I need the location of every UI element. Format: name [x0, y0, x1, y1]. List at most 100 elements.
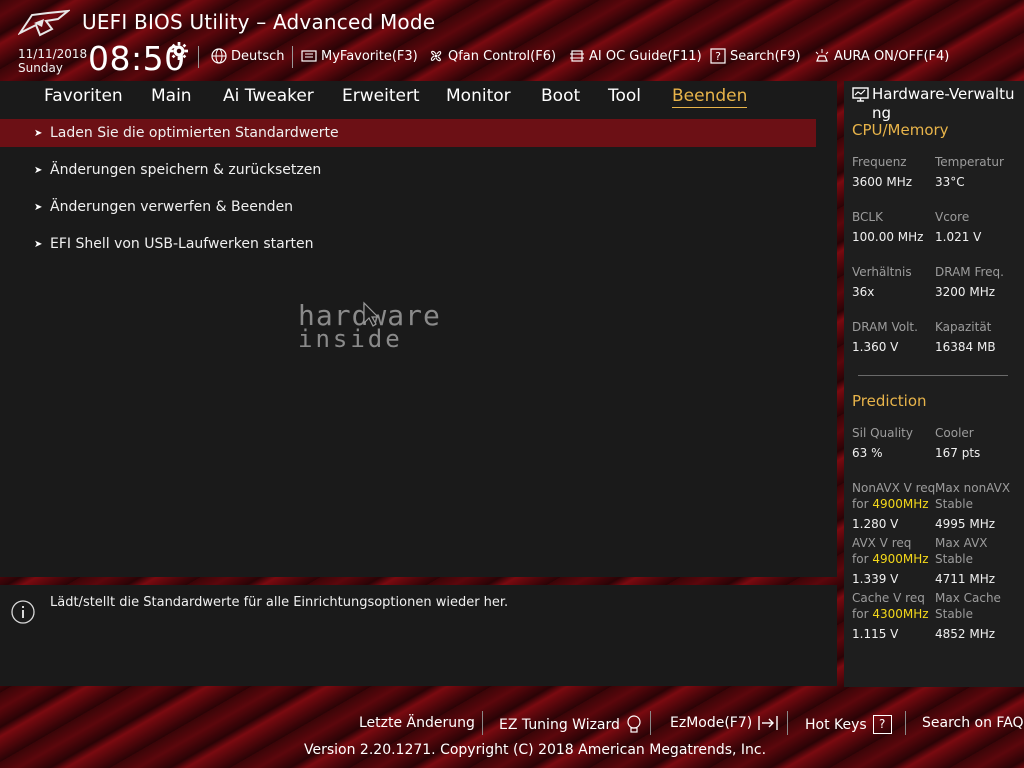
cooler-value: 167 pts	[935, 446, 981, 460]
dram-volt-value: 1.360 V	[852, 340, 899, 354]
ez-tuning-label: EZ Tuning Wizard	[499, 717, 620, 733]
tab-beenden[interactable]: Beenden	[672, 86, 748, 108]
date-text: 11/11/2018	[18, 47, 88, 61]
myfavorite-button[interactable]: MyFavorite(F3)	[301, 48, 418, 64]
footer-separator	[905, 711, 906, 735]
temperature-label: Temperatur	[935, 155, 1004, 169]
last-change-label: Letzte Änderung	[359, 715, 475, 731]
aura-toggle-button[interactable]: AURA ON/OFF(F4)	[814, 48, 949, 64]
submenu-arrow-icon: ➤	[34, 164, 43, 176]
footer-separator	[482, 711, 483, 735]
aura-label: AURA ON/OFF(F4)	[834, 48, 950, 64]
temperature-value: 33°C	[935, 175, 965, 189]
tab-favoriten[interactable]: Favoriten	[44, 86, 123, 106]
hardware-monitor-panel: Hardware-Verwaltung CPU/Memory Frequenz …	[844, 81, 1024, 687]
avx-vreq-label: AVX V req	[852, 536, 912, 550]
cache-vreq-label: Cache V req	[852, 591, 925, 605]
myfavorite-label: MyFavorite(F3)	[321, 48, 418, 64]
hot-keys-button[interactable]: Hot Keys ?	[805, 715, 892, 734]
tab-ai-tweaker[interactable]: Ai Tweaker	[223, 86, 314, 106]
ez-tuning-wizard-button[interactable]: EZ Tuning Wizard	[499, 715, 642, 735]
footer-separator	[650, 711, 651, 735]
globe-icon	[211, 48, 227, 64]
toolbar-separator	[292, 46, 293, 68]
qfan-label: Qfan Control(F6)	[448, 48, 557, 64]
dram-volt-label: DRAM Volt.	[852, 320, 918, 334]
cpu-memory-heading: CPU/Memory	[852, 121, 949, 139]
main-panel: Favoriten Main Ai Tweaker Erweitert Moni…	[0, 81, 837, 577]
max-avx-value: 4711 MHz	[935, 572, 996, 586]
hw-monitor-title: Hardware-Verwaltung	[872, 85, 1015, 122]
search-button[interactable]: ? Search(F9)	[710, 48, 801, 64]
hot-keys-label: Hot Keys	[805, 716, 867, 733]
capacity-label: Kapazität	[935, 320, 992, 334]
ratio-value: 36x	[852, 285, 875, 299]
tab-monitor[interactable]: Monitor	[446, 86, 511, 106]
menu-item-label: Laden Sie die optimierten Standardwerte	[50, 125, 339, 141]
info-icon	[11, 600, 35, 624]
tab-boot[interactable]: Boot	[541, 86, 580, 106]
menu-item-label: EFI Shell von USB-Laufwerken starten	[50, 236, 314, 252]
search-faq-label: Search on FAQ	[922, 715, 1024, 731]
bclk-value: 100.00 MHz	[852, 230, 924, 244]
tab-main[interactable]: Main	[151, 86, 192, 106]
max-cache-stable-label: Stable	[935, 607, 974, 621]
frequency-label: Frequenz	[852, 155, 907, 169]
menu-item-efi-shell[interactable]: ➤ EFI Shell von USB-Laufwerken starten	[0, 230, 816, 258]
gear-icon[interactable]	[170, 42, 188, 60]
tab-tool[interactable]: Tool	[608, 86, 641, 106]
avx-for-line: for 4900MHz	[852, 551, 929, 567]
for-text: for	[852, 497, 869, 511]
aura-light-icon	[815, 49, 829, 62]
cache-vreq-value: 1.115 V	[852, 627, 899, 641]
date-display: 11/11/2018 Sunday	[18, 47, 87, 75]
ai-oc-guide-button[interactable]: AI OC Guide(F11)	[569, 48, 702, 64]
ai-chip-icon	[570, 50, 584, 62]
watermark-line2: inside	[298, 325, 403, 349]
menu-item-label: Änderungen verwerfen & Beenden	[50, 199, 294, 215]
footer: Letzte Änderung EZ Tuning Wizard EzMode(…	[0, 687, 1024, 768]
cooler-label: Cooler	[935, 426, 974, 440]
max-nonavx-value: 4995 MHz	[935, 517, 996, 531]
avx-target-freq: 4900MHz	[872, 552, 929, 566]
dram-freq-value: 3200 MHz	[935, 285, 996, 299]
lightbulb-icon	[627, 715, 641, 733]
max-cache-label: Max Cache	[935, 591, 1001, 605]
max-avx-stable-label: Stable	[935, 552, 974, 566]
tab-erweitert[interactable]: Erweitert	[342, 86, 420, 106]
menu-item-discard-exit[interactable]: ➤ Änderungen verwerfen & Beenden	[0, 193, 816, 221]
nonavx-target-freq: 4900MHz	[872, 497, 929, 511]
help-description: Lädt/stellt die Standardwerte für alle E…	[50, 595, 509, 610]
language-label: Deutsch	[231, 48, 285, 64]
menu-item-load-defaults[interactable]: ➤ Laden Sie die optimierten Standardwert…	[0, 119, 816, 147]
rog-logo-icon	[18, 9, 70, 37]
ai-oc-label: AI OC Guide(F11)	[589, 48, 702, 64]
footer-separator	[787, 711, 788, 735]
language-button[interactable]: Deutsch	[211, 48, 285, 64]
bclk-label: BCLK	[852, 210, 883, 224]
sil-quality-label: Sil Quality	[852, 426, 913, 440]
for-text: for	[852, 552, 869, 566]
ezmode-button[interactable]: EzMode(F7)	[670, 715, 778, 731]
app-title: UEFI BIOS Utility – Advanced Mode	[82, 10, 436, 34]
fan-icon	[430, 50, 442, 62]
max-nonavx-label: Max nonAVX	[935, 481, 1011, 495]
toolbar-separator	[198, 46, 199, 68]
menu-item-save-reset[interactable]: ➤ Änderungen speichern & zurücksetzen	[0, 156, 816, 184]
search-label: Search(F9)	[730, 48, 801, 64]
vcore-value: 1.021 V	[935, 230, 982, 244]
prediction-heading: Prediction	[852, 392, 927, 410]
watermark-logo: hardware inside	[298, 301, 440, 349]
search-faq-button[interactable]: Search on FAQ	[922, 715, 1024, 731]
version-text: Version 2.20.1271. Copyright (C) 2018 Am…	[304, 742, 767, 758]
cache-target-freq: 4300MHz	[872, 607, 929, 621]
submenu-arrow-icon: ➤	[34, 201, 43, 213]
for-text: for	[852, 607, 869, 621]
dram-freq-label: DRAM Freq.	[935, 265, 1004, 279]
qfan-control-button[interactable]: Qfan Control(F6)	[428, 48, 556, 64]
nonavx-for-line: for 4900MHz	[852, 496, 929, 512]
vcore-label: Vcore	[935, 210, 970, 224]
submenu-arrow-icon: ➤	[34, 127, 43, 139]
monitor-icon	[852, 87, 869, 102]
last-change-button[interactable]: Letzte Änderung	[359, 715, 475, 731]
